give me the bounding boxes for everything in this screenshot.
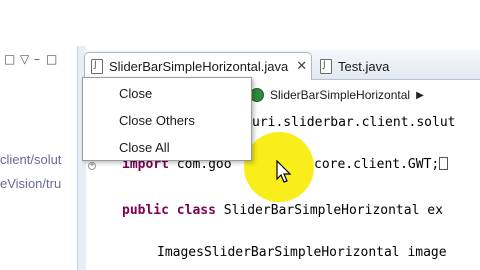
- tree-item[interactable]: client/solut: [0, 152, 61, 167]
- breadcrumb[interactable]: SliderBarSimpleHorizontal ▶: [250, 84, 424, 106]
- breadcrumb-arrow-icon[interactable]: ▶: [416, 90, 424, 101]
- breadcrumb-label: SliderBarSimpleHorizontal: [270, 88, 411, 102]
- top-strip: [0, 0, 480, 46]
- java-file-icon: [320, 58, 332, 74]
- class-icon: [250, 88, 264, 102]
- menu-item-close-all-label: Close All: [119, 140, 170, 155]
- maximize-icon[interactable]: □: [46, 52, 57, 66]
- code-line-class-decl[interactable]: public class SliderBarSimpleHorizontal e…: [122, 203, 443, 218]
- editor-tabbar: SliderBarSimpleHorizontal.java ✕ Test.ja…: [84, 50, 480, 80]
- menu-item-close-label: Close: [119, 86, 153, 101]
- minimize-icon[interactable]: –: [34, 52, 40, 66]
- menu-item-close-others[interactable]: Close Others: [119, 113, 195, 128]
- package-explorer-toolbar: □ ▽ – □: [0, 52, 70, 70]
- keyword-public-class: public class: [122, 203, 216, 218]
- class-decl-text: SliderBarSimpleHorizontal ex: [215, 203, 443, 218]
- java-file-icon: [91, 59, 103, 74]
- menu-item-close[interactable]: Close: [119, 86, 152, 101]
- code-line-import-tail[interactable]: core.client.GWT;: [314, 157, 449, 172]
- tab-label: SliderBarSimpleHorizontal.java: [109, 59, 289, 74]
- import-text-b: core.client.GWT;: [314, 157, 440, 172]
- tab-label: Test.java: [338, 58, 390, 74]
- menu-item-close-all[interactable]: Close All: [119, 140, 170, 155]
- code-line-field[interactable]: ImagesSliderBarSimpleHorizontal image: [157, 245, 447, 260]
- tab-context-menu: Close Close Others Close All: [82, 77, 252, 161]
- menu-item-close-others-label: Close Others: [119, 113, 195, 128]
- mouse-pointer-icon: [276, 160, 292, 183]
- tab-sliderbarsimplehorizontal[interactable]: SliderBarSimpleHorizontal.java ✕: [84, 52, 312, 80]
- tree-item[interactable]: eVision/tru: [0, 176, 61, 191]
- fold-toggle-icon[interactable]: +: [88, 162, 96, 170]
- close-tab-icon[interactable]: ✕: [296, 59, 307, 74]
- view-menu-icon[interactable]: ▽: [20, 52, 29, 66]
- collapse-icon[interactable]: □: [4, 52, 15, 66]
- code-line-package[interactable]: uri.sliderbar.client.solut: [252, 115, 456, 130]
- folded-block-icon[interactable]: [439, 157, 449, 170]
- tab-test[interactable]: Test.java: [314, 52, 414, 80]
